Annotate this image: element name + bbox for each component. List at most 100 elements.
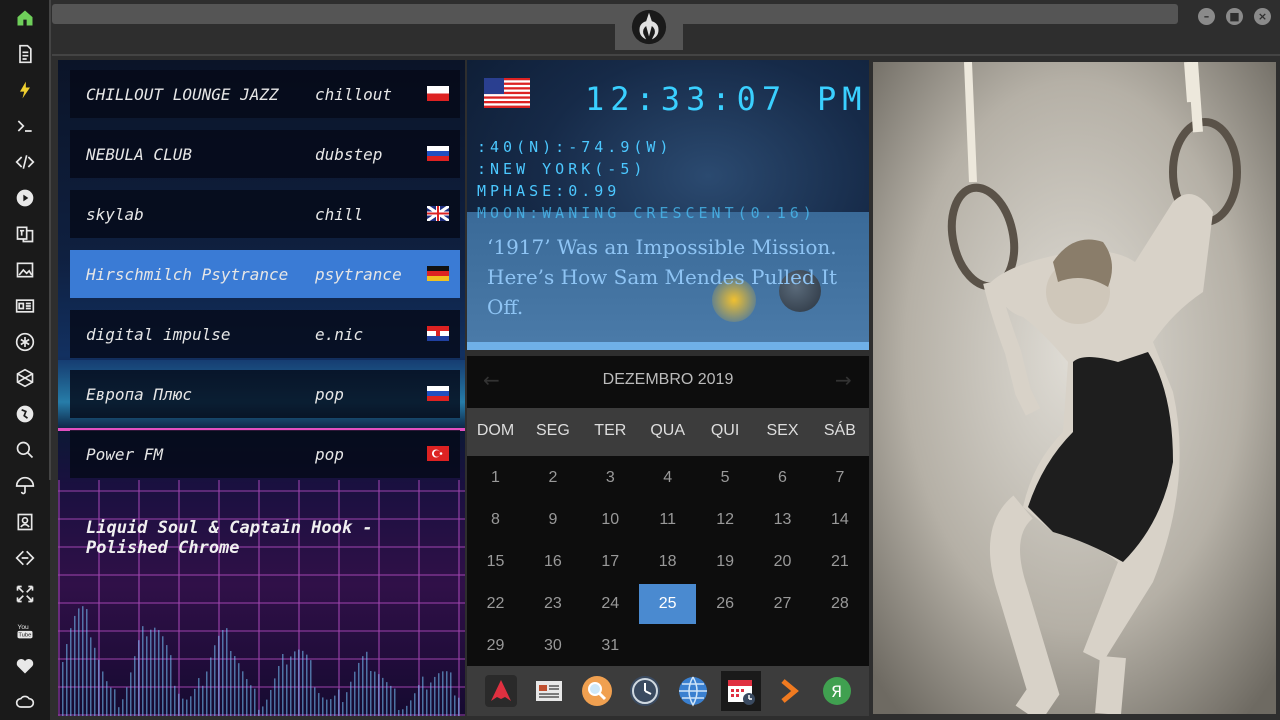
- home-icon[interactable]: [9, 2, 41, 34]
- calendar-day[interactable]: 15: [467, 542, 524, 582]
- visualizer-bar: [158, 630, 160, 716]
- calendar-day[interactable]: 23: [524, 584, 581, 624]
- calendar-day[interactable]: 12: [697, 500, 754, 540]
- now-playing-title: Liquid Soul & Captain Hook - Polished Ch…: [86, 518, 373, 558]
- play-icon[interactable]: [9, 182, 41, 214]
- title-bar: – ■ ×: [52, 0, 1280, 54]
- svg-text:Я: Я: [831, 682, 842, 701]
- asterisk-icon[interactable]: [9, 326, 41, 358]
- browser-globe-icon[interactable]: [673, 671, 713, 711]
- news-headline[interactable]: ‘1917’ Was an Impossible Mission. Here’s…: [487, 232, 857, 322]
- visualizer-bar: [86, 609, 88, 716]
- rebel-alliance-logo-tab[interactable]: [615, 4, 683, 50]
- calendar-day[interactable]: 27: [754, 584, 811, 624]
- search-app-icon[interactable]: [577, 671, 617, 711]
- station-item[interactable]: Power FM pop: [70, 430, 460, 478]
- close-button[interactable]: ×: [1254, 8, 1271, 25]
- contact-icon[interactable]: [9, 506, 41, 538]
- calendar-day[interactable]: 28: [811, 584, 868, 624]
- visualizer-bar: [190, 696, 192, 716]
- youtube-icon[interactable]: You Tube: [9, 614, 41, 646]
- visualizer-bar: [274, 678, 276, 716]
- calendar-day[interactable]: 18: [639, 542, 696, 582]
- visualizer-bar: [394, 688, 396, 716]
- calendar-day[interactable]: 9: [524, 500, 581, 540]
- calendar-day[interactable]: 17: [582, 542, 639, 582]
- visualizer-bar: [282, 654, 284, 716]
- calendar-day[interactable]: 22: [467, 584, 524, 624]
- calendar-day[interactable]: 29: [467, 626, 524, 666]
- heart-icon[interactable]: [9, 650, 41, 682]
- umbrella-icon[interactable]: [9, 470, 41, 502]
- calendar-day[interactable]: 31: [582, 626, 639, 666]
- calendar-day-today[interactable]: 25: [639, 584, 697, 624]
- news-reader-icon[interactable]: [529, 671, 569, 711]
- calendar-day[interactable]: 13: [754, 500, 811, 540]
- visualizer-bar: [366, 651, 368, 716]
- station-item[interactable]: CHILLOUT LOUNGE JAZZ chillout: [70, 70, 460, 118]
- forward-arrow-icon[interactable]: [769, 671, 809, 711]
- clock-app-icon[interactable]: [625, 671, 665, 711]
- calendar-day[interactable]: 11: [639, 500, 696, 540]
- calendar-day[interactable]: 8: [467, 500, 524, 540]
- calendar-day[interactable]: 1: [467, 458, 524, 498]
- visualizer-bar: [278, 666, 280, 716]
- prev-month-button[interactable]: ←: [483, 368, 500, 392]
- news-icon[interactable]: [9, 290, 41, 322]
- visualizer-bar: [178, 693, 180, 716]
- calendar-day[interactable]: 6: [754, 458, 811, 498]
- next-month-button[interactable]: →: [835, 368, 852, 392]
- calendar-day[interactable]: 2: [524, 458, 581, 498]
- calendar-day[interactable]: 4: [639, 458, 696, 498]
- image-icon[interactable]: [9, 254, 41, 286]
- link-icon[interactable]: [9, 542, 41, 574]
- calendar-day[interactable]: 20: [754, 542, 811, 582]
- arch-icon[interactable]: [481, 671, 521, 711]
- visualizer-bar: [174, 685, 176, 716]
- calendar-day[interactable]: 3: [582, 458, 639, 498]
- calendar-day[interactable]: 14: [811, 500, 868, 540]
- translate-icon[interactable]: [9, 218, 41, 250]
- maximize-button[interactable]: ■: [1226, 8, 1243, 25]
- calendar-day[interactable]: 26: [697, 584, 754, 624]
- station-item[interactable]: Европа Плюс pop: [70, 370, 460, 418]
- calendar-day[interactable]: 30: [524, 626, 581, 666]
- lightning-icon[interactable]: [9, 74, 41, 106]
- visualizer-bar: [390, 685, 392, 716]
- yandex-icon[interactable]: Я: [817, 671, 857, 711]
- station-item[interactable]: NEBULA CLUB dubstep: [70, 130, 460, 178]
- visualizer-bar: [298, 649, 300, 716]
- globe-icon[interactable]: [9, 398, 41, 430]
- visualizer-bar: [78, 608, 80, 716]
- visualizer-bar: [254, 688, 256, 716]
- calendar-day[interactable]: 24: [582, 584, 639, 624]
- calendar-day[interactable]: 21: [811, 542, 868, 582]
- calendar-day[interactable]: 10: [582, 500, 639, 540]
- minimize-button[interactable]: –: [1198, 8, 1215, 25]
- calendar-day[interactable]: 19: [697, 542, 754, 582]
- visualizer-bar: [238, 663, 240, 716]
- visualizer-bar: [98, 659, 100, 716]
- code-icon[interactable]: [9, 146, 41, 178]
- visualizer-bar: [202, 685, 204, 716]
- calendar-day[interactable]: 7: [811, 458, 868, 498]
- station-item[interactable]: digital impulse e.nic: [70, 310, 460, 358]
- visualizer-bar: [358, 662, 360, 716]
- hexagon-icon[interactable]: [9, 362, 41, 394]
- station-item[interactable]: skylab chill: [70, 190, 460, 238]
- calendar-day[interactable]: 16: [524, 542, 581, 582]
- moon-phase-value: MPHASE:0.99: [477, 182, 621, 200]
- station-item[interactable]: Hirschmilch Psytrance psytrance: [70, 250, 460, 298]
- calendar-app-icon[interactable]: [721, 671, 761, 711]
- visualizer-bar: [422, 676, 424, 716]
- expand-icon[interactable]: [9, 578, 41, 610]
- terminal-icon[interactable]: [9, 110, 41, 142]
- station-name: NEBULA CLUB: [86, 144, 192, 164]
- cloud-icon[interactable]: [9, 686, 41, 718]
- weekday-header: DOM SEG TER QUA QUI SEX SÁB: [467, 408, 869, 456]
- calendar-day[interactable]: 5: [697, 458, 754, 498]
- search-icon[interactable]: [9, 434, 41, 466]
- visualizer-bar: [150, 629, 152, 716]
- russia-flag-icon: [427, 146, 449, 161]
- document-icon[interactable]: [9, 38, 41, 70]
